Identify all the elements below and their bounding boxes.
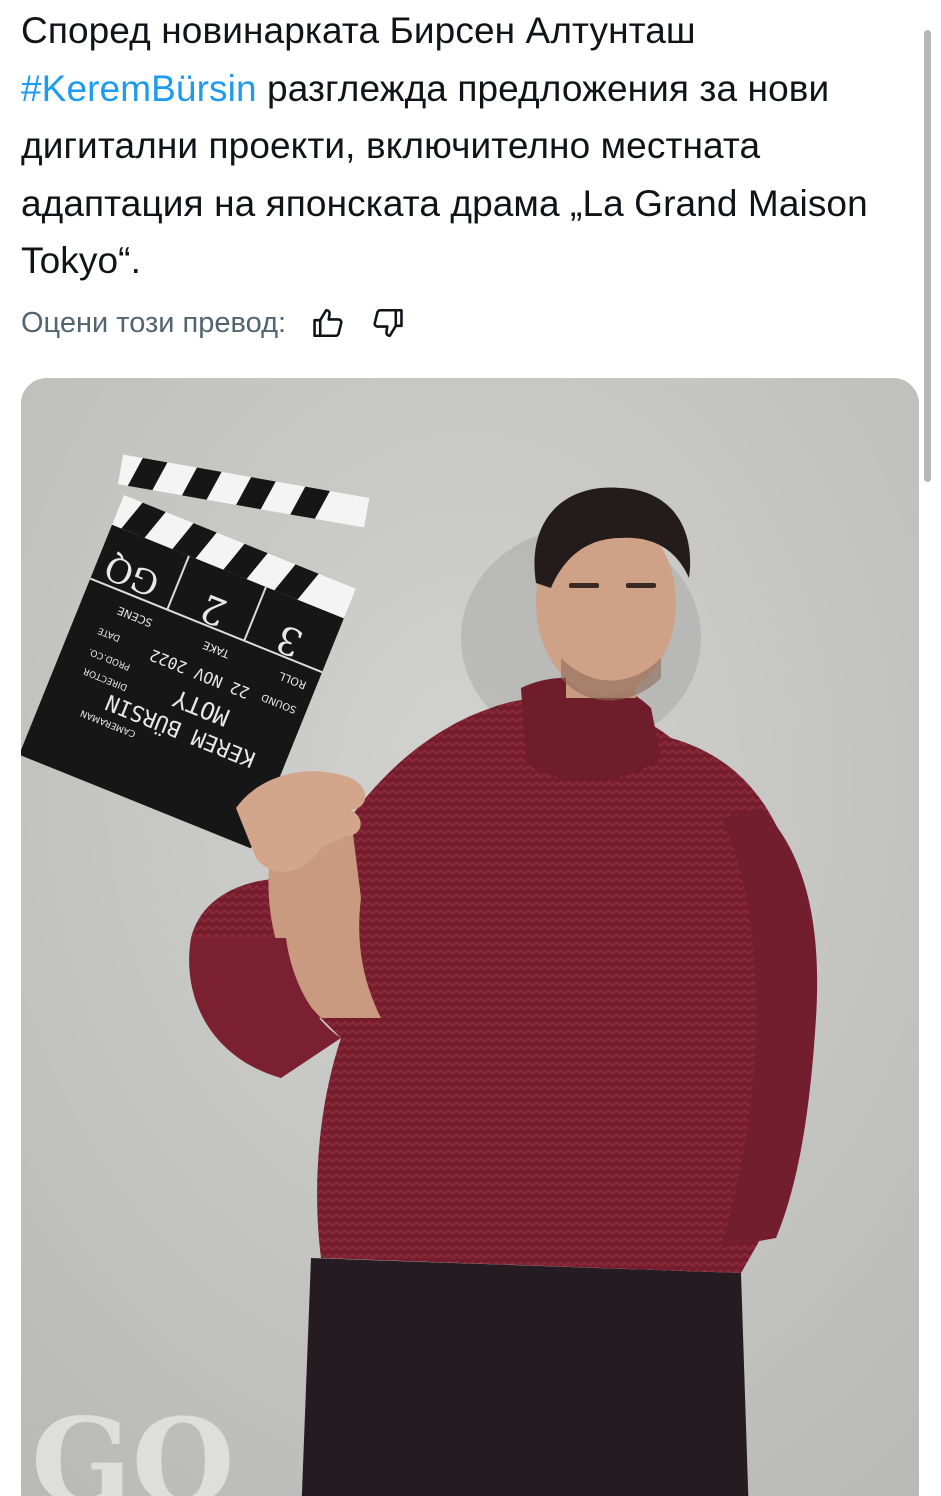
trousers (301, 1258, 749, 1496)
thumbs-down-icon (373, 308, 403, 338)
rate-translation-label: Оцени този превод: (21, 306, 287, 339)
tweet-detail-page: Според новинарката Бирсен Алтунташ #Kere… (0, 0, 941, 1496)
thumbs-down-button[interactable] (366, 301, 410, 345)
tweet-text-before: Според новинарката Бирсен Алтунташ (21, 10, 696, 51)
thumbs-up-icon (313, 308, 343, 338)
translation-rating: Оцени този превод: (21, 296, 426, 350)
hashtag-link[interactable]: #KeremBürsin (21, 68, 257, 109)
tweet-text: Според новинарката Бирсен Алтунташ #Kere… (21, 2, 921, 290)
gq-watermark: GQ (31, 1392, 235, 1496)
scrollbar[interactable] (924, 30, 931, 482)
portrait-photo: ROLL TAKE SCENE 3 2 GQ KEREM BÜRSIN MOTY… (21, 378, 919, 1496)
tweet-photo[interactable]: ROLL TAKE SCENE 3 2 GQ KEREM BÜRSIN MOTY… (21, 378, 919, 1496)
thumbs-up-button[interactable] (306, 301, 350, 345)
